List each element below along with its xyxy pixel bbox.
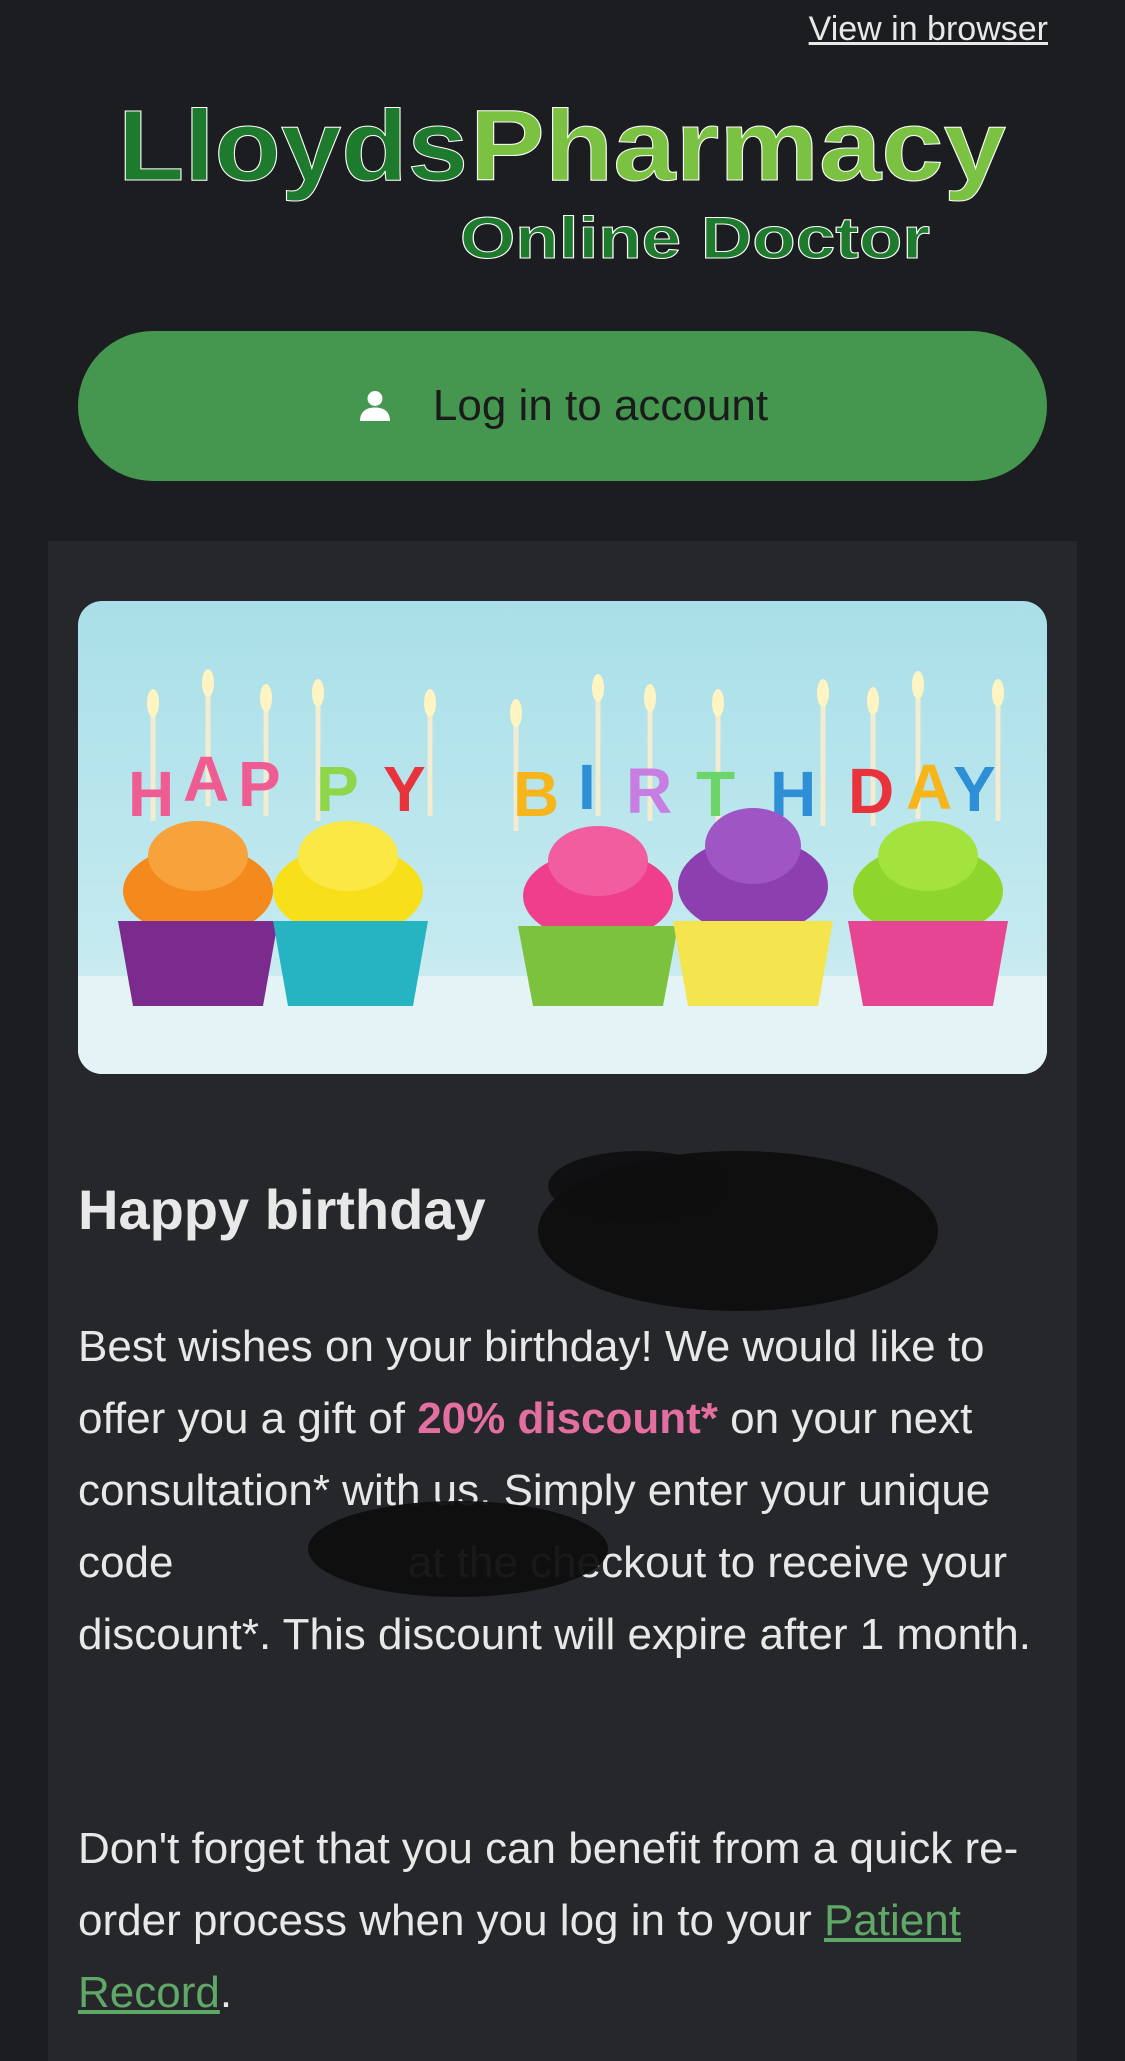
banner-letter: I bbox=[578, 751, 596, 823]
message-card: H A P P Y B I R T H D A Y Happy birthday… bbox=[48, 541, 1077, 2061]
banner-letter: P bbox=[238, 748, 281, 820]
birthday-cupcakes-image: H A P P Y B I R T H D A Y bbox=[78, 601, 1047, 1074]
discount-highlight: 20% discount* bbox=[417, 1394, 718, 1443]
user-icon bbox=[359, 391, 390, 421]
banner-letter: H bbox=[128, 758, 174, 830]
greeting-heading: Happy birthday bbox=[78, 1178, 486, 1241]
banner-letter: A bbox=[906, 751, 952, 823]
login-button-label: Log in to account bbox=[432, 381, 769, 430]
reorder-paragraph: Don't forget that you can benefit from a… bbox=[78, 1813, 1068, 2029]
logo-text-online-doctor: Online Doctor bbox=[460, 206, 930, 271]
banner-letter: R bbox=[626, 755, 672, 827]
logo-text-pharmacy: Pharmacy bbox=[470, 98, 1006, 202]
banner-letter: B bbox=[513, 758, 559, 830]
banner-letter: Y bbox=[953, 753, 996, 825]
view-in-browser-link[interactable]: View in browser bbox=[809, 10, 1048, 49]
email-page: View in browser Lloyds Pharmacy Online D… bbox=[0, 0, 1125, 2061]
redacted-code bbox=[308, 1501, 608, 1597]
redacted-name bbox=[538, 1151, 938, 1311]
banner-letter: A bbox=[183, 743, 229, 815]
lloyds-pharmacy-logo: Lloyds Pharmacy Online Doctor bbox=[118, 98, 1007, 272]
logo-text-lloyds: Lloyds bbox=[118, 98, 468, 202]
banner-letter: D bbox=[848, 755, 894, 827]
banner-letter: Y bbox=[383, 753, 426, 825]
message-text: . bbox=[219, 1968, 233, 2017]
login-button[interactable]: Log in to account bbox=[78, 331, 1047, 481]
banner-letter: P bbox=[316, 753, 359, 825]
